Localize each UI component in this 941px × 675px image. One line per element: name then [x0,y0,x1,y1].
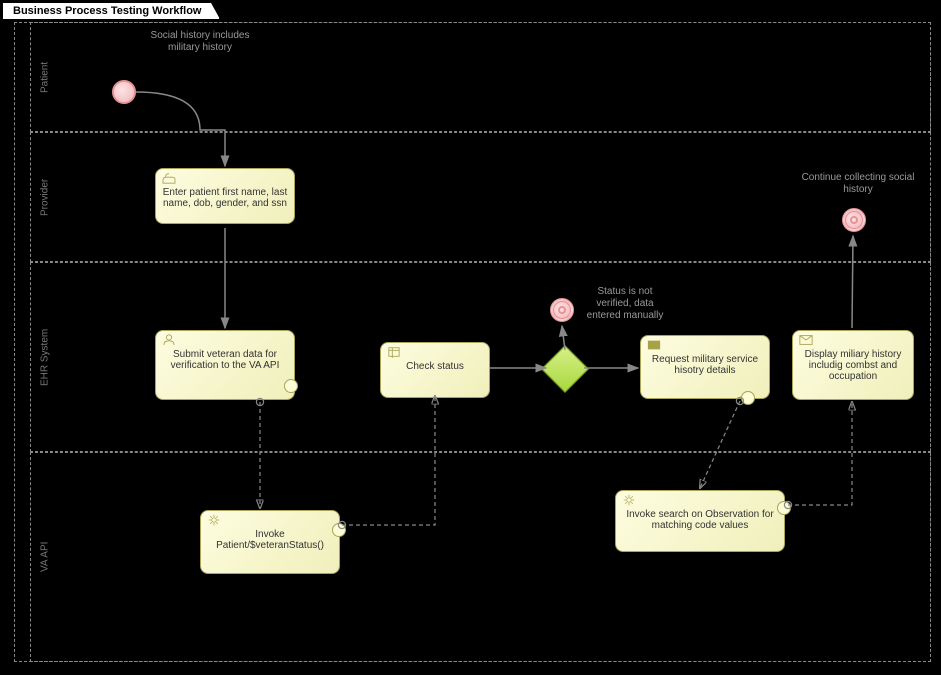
lane-label-provider: Provider [31,133,59,261]
task-enter-patient-label: Enter patient first name, last name, dob… [163,187,288,209]
lane-label-va: VA API [31,453,59,661]
task-invoke-patient-label: Invoke Patient/$veteranStatus() [216,529,324,551]
boundary-event [284,379,298,393]
task-display-history: Display miliary history includig combst … [792,330,914,400]
task-display-history-label: Display miliary history includig combst … [805,349,902,382]
end-event-status-label: Status is not verified, data entered man… [580,286,670,322]
diagram-title: Business Process Testing Workflow [2,2,220,20]
end-event-continue [842,208,866,232]
receive-task-icon [799,334,813,346]
task-invoke-search: Invoke search on Observation for matchin… [615,490,785,552]
end-event-continue-label: Continue collecting social history [794,172,922,196]
lane-va: VA API [30,452,931,662]
task-enter-patient: Enter patient first name, last name, dob… [155,168,295,224]
lane-label-patient: Patient [31,23,59,131]
task-invoke-patient: Invoke Patient/$veteranStatus() [200,510,340,574]
lane-label-ehr: EHR System [31,263,59,451]
end-event-status [550,298,574,322]
start-event-label: Social history includes military history [150,30,250,54]
boundary-event-4 [777,501,791,515]
script-task-icon [387,346,401,358]
task-check-status: Check status [380,342,490,398]
task-invoke-search-label: Invoke search on Observation for matchin… [626,509,773,531]
send-task-icon [647,339,661,351]
service-task-icon-2 [622,494,636,506]
user-task-icon [162,334,176,346]
boundary-event-3 [332,523,346,537]
task-submit-veteran-label: Submit veteran data for verification to … [171,349,280,371]
task-submit-veteran: Submit veteran data for verification to … [155,330,295,400]
task-request-history-label: Request military service hisotry details [652,354,758,376]
manual-task-icon [162,172,176,184]
start-event [112,80,136,104]
boundary-event-2 [741,391,755,405]
task-check-status-label: Check status [406,361,464,372]
service-task-icon [207,514,221,526]
task-request-history: Request military service hisotry details [640,335,770,399]
